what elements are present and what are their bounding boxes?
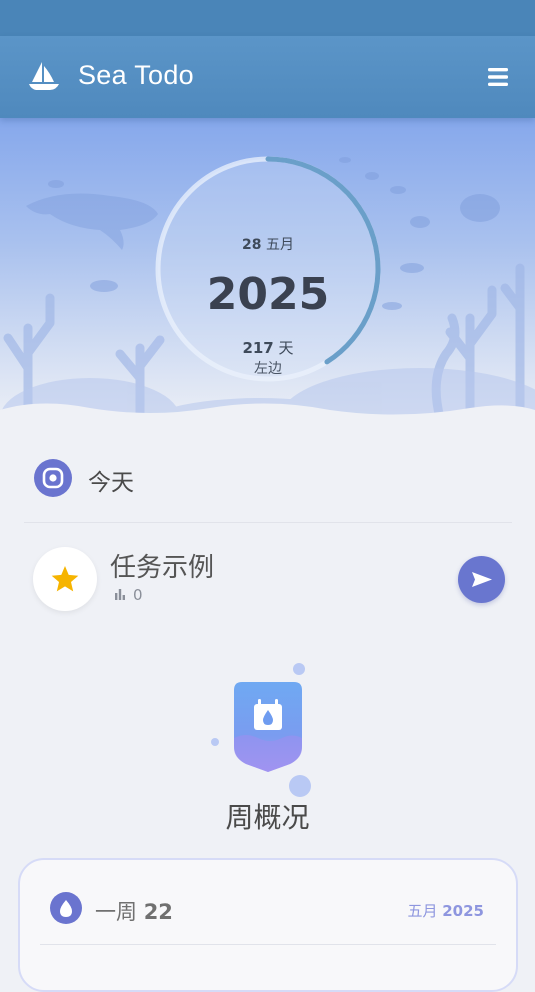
week-summary-title: 周概况: [225, 801, 310, 834]
week-month-year: 五月 2025: [407, 900, 484, 921]
week-card[interactable]: 一周 22 五月 2025: [18, 858, 518, 992]
task-count: 0: [133, 586, 143, 604]
star-icon: [51, 566, 79, 592]
calendar-drop-icon: [234, 682, 302, 772]
divider: [24, 522, 512, 523]
dial-date: 28 五月: [150, 234, 386, 254]
year-progress-dial: 28 五月 2025 217 天 左边: [150, 151, 386, 387]
dial-day: 28: [242, 237, 262, 253]
send-icon: [472, 572, 492, 587]
water-drop-icon: [50, 892, 82, 924]
week-prefix: 一周: [95, 900, 137, 924]
app-bar: Sea Todo: [0, 36, 535, 118]
week-number: 22: [143, 900, 173, 924]
week-label: 一周 22: [95, 896, 173, 926]
hero-banner: 28 五月 2025 217 天 左边: [0, 118, 535, 430]
card-divider: [40, 944, 496, 945]
days-remaining-value: 217: [242, 339, 274, 357]
today-label: 今天: [88, 470, 134, 496]
send-button[interactable]: [458, 556, 505, 603]
bubble-decoration: [293, 663, 305, 675]
task-title: 任务示例: [110, 553, 215, 583]
days-left-label: 左边: [254, 361, 282, 377]
app-title: Sea Todo: [78, 60, 195, 90]
sailboat-icon: [29, 62, 59, 90]
week-year: 2025: [442, 902, 484, 920]
today-section-header[interactable]: 今天: [24, 452, 512, 522]
days-remaining: 217 天: [150, 337, 386, 358]
status-bar: [0, 0, 535, 36]
week-month: 五月: [407, 902, 438, 920]
hamburger-menu-icon[interactable]: [487, 66, 509, 88]
task-item[interactable]: 任务示例 0: [24, 540, 512, 620]
today-icon: [34, 459, 72, 497]
task-icon-circle: [33, 547, 97, 611]
dial-year: 2025: [206, 269, 330, 320]
bubble-decoration: [211, 738, 219, 746]
bubble-decoration: [289, 775, 311, 797]
days-unit: 天: [278, 339, 294, 357]
bar-chart-icon: [115, 589, 125, 600]
dial-month: 五月: [265, 237, 294, 253]
